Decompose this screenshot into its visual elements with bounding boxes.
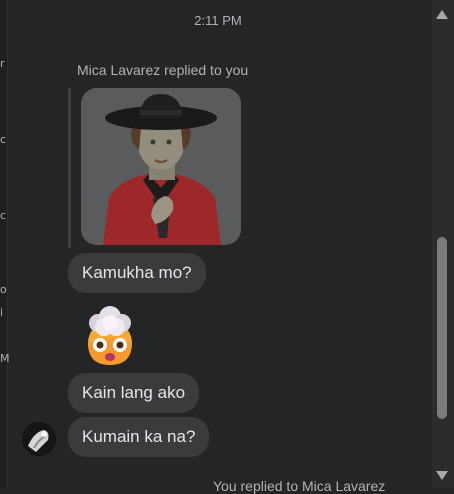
left-panel-glyph: i [0,306,4,319]
reply-header: Mica Lavarez replied to you [77,62,249,78]
left-panel-glyph: r [0,57,5,70]
message-bubble[interactable]: Kain lang ako [68,373,200,413]
message-text: Kain lang ako [82,383,186,402]
message-bubble[interactable]: Kamukha mo? [68,253,206,293]
triangle-down-icon[interactable] [433,466,451,484]
triangle-up-icon[interactable] [433,6,451,24]
left-panel-edge: r c c o i M [0,0,10,488]
message-bubble[interactable]: Kumain ka na? [68,417,210,457]
message-text: Kamukha mo? [82,263,192,282]
avatar[interactable] [22,422,56,456]
reply-quote-line [68,88,71,248]
left-panel-glyph: c [0,133,7,146]
left-panel-glyph: c [0,209,7,222]
cowboy-portrait-image [81,88,241,245]
message-timestamp: 2:11 PM [194,13,242,28]
left-panel-glyph: o [0,283,7,296]
left-panel-glyph: M [0,352,10,365]
message-text: Kumain ka na? [82,427,196,446]
exploding-head-icon [88,306,132,365]
sender-avatar-image [22,422,56,456]
replied-photo[interactable] [81,88,241,245]
reply-header-partial: You replied to Mica Lavarez [213,478,386,494]
exploding-head-emoji[interactable] [78,303,142,367]
scrollbar-thumb[interactable] [437,237,447,419]
